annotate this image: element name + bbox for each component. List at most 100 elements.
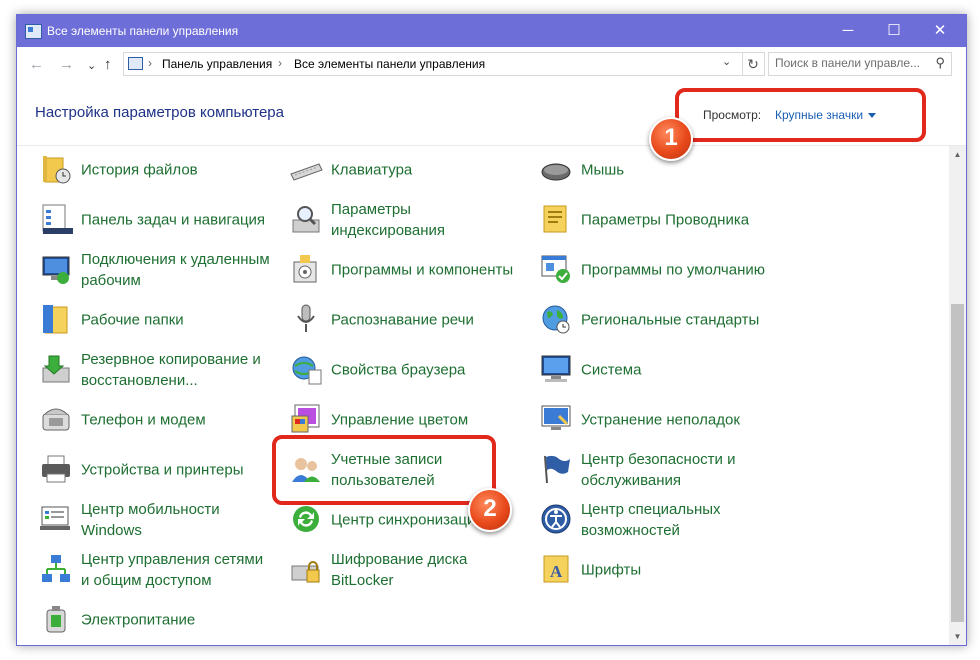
phone-icon [39, 402, 73, 436]
backup-icon [39, 352, 73, 386]
back-button[interactable]: ← [29, 56, 44, 73]
troubleshooting-icon [539, 402, 573, 436]
maximize-button[interactable]: ☐ [871, 15, 917, 47]
taskbar-icon [39, 202, 73, 236]
item-label[interactable]: Центр мобильности Windows [81, 499, 275, 541]
item-label[interactable]: Панель задач и навигация [81, 210, 275, 231]
address-bar[interactable]: › Панель управления › Все элементы панел… [123, 52, 765, 76]
highlight-user-accounts [272, 435, 496, 505]
item-ease-of-access[interactable]: Центр специальных возможностей [535, 498, 775, 542]
bitlocker-icon [289, 552, 323, 586]
nav-dropdown-icon[interactable]: ⌄ [87, 59, 96, 72]
step-badge-2: 2 [468, 488, 512, 532]
item-label[interactable]: Распознавание речи [331, 310, 525, 331]
item-label[interactable]: История файлов [81, 160, 275, 181]
item-label[interactable]: Клавиатура [331, 160, 525, 181]
forward-button[interactable]: → [59, 56, 74, 73]
item-label[interactable]: Параметры Проводника [581, 210, 775, 231]
item-label[interactable]: Шифрование диска BitLocker [331, 549, 525, 591]
item-label[interactable]: Резервное копирование и восстановлени... [81, 349, 275, 391]
item-taskbar-navigation[interactable]: Панель задач и навигация [35, 198, 275, 242]
step-badge-1: 1 [649, 117, 693, 161]
item-troubleshooting[interactable]: Устранение неполадок [535, 398, 775, 442]
item-mobility-center[interactable]: Центр мобильности Windows [35, 498, 275, 542]
item-power-options[interactable]: Электропитание [35, 598, 275, 642]
mouse-icon [539, 152, 573, 186]
remote-connections-icon [39, 252, 73, 286]
item-label[interactable]: Мышь [581, 160, 775, 181]
default-programs-icon [539, 252, 573, 286]
search-box[interactable]: ⚲ [768, 52, 952, 76]
scroll-thumb[interactable] [951, 304, 964, 622]
item-system[interactable]: Система [535, 348, 775, 392]
item-label[interactable]: Устранение неполадок [581, 410, 775, 431]
item-default-programs[interactable]: Программы по умолчанию [535, 248, 775, 292]
item-label[interactable]: Система [581, 360, 775, 381]
vertical-scrollbar[interactable]: ▲ ▼ [949, 146, 966, 645]
window-title: Все элементы панели управления [47, 24, 239, 38]
item-label[interactable]: Свойства браузера [331, 360, 525, 381]
indexing-icon [289, 202, 323, 236]
up-button[interactable]: ↑ [104, 56, 112, 73]
control-panel-icon [25, 24, 42, 39]
item-label[interactable]: Электропитание [81, 610, 275, 631]
item-security-maintenance[interactable]: Центр безопасности и обслуживания [535, 448, 775, 492]
title-bar[interactable]: Все элементы панели управления ─ ☐ ✕ [17, 15, 966, 47]
item-work-folders[interactable]: Рабочие папки [35, 298, 275, 342]
item-label[interactable]: Программы по умолчанию [581, 260, 775, 281]
item-remote-connections[interactable]: Подключения к удаленным рабочим [35, 248, 275, 292]
item-internet-options[interactable]: Свойства браузера [285, 348, 525, 392]
page-title: Настройка параметров компьютера [35, 104, 284, 121]
close-button[interactable]: ✕ [917, 15, 963, 47]
sync-icon [289, 502, 323, 536]
item-label[interactable]: Программы и компоненты [331, 260, 525, 281]
mobility-icon [39, 502, 73, 536]
item-phone-modem[interactable]: Телефон и модем [35, 398, 275, 442]
item-bitlocker[interactable]: Шифрование диска BitLocker [285, 548, 525, 592]
refresh-button[interactable]: ↻ [742, 53, 763, 75]
minimize-button[interactable]: ─ [825, 15, 871, 47]
item-label[interactable]: Центр безопасности и обслуживания [581, 449, 775, 491]
item-label[interactable]: Рабочие папки [81, 310, 275, 331]
item-label[interactable]: Устройства и принтеры [81, 460, 275, 481]
item-label[interactable]: Управление цветом [331, 410, 525, 431]
navigation-bar: ← → ⌄ ↑ › Панель управления › Все элемен… [17, 47, 966, 83]
item-devices-printers[interactable]: Устройства и принтеры [35, 448, 275, 492]
breadcrumb-all-items[interactable]: Все элементы панели управления [294, 57, 485, 71]
item-backup-restore[interactable]: Резервное копирование и восстановлени... [35, 348, 275, 392]
address-dropdown-button[interactable]: ⌄ [722, 55, 731, 68]
item-label[interactable]: Центр управления сетями и общим доступом [81, 549, 275, 591]
scroll-up-button[interactable]: ▲ [949, 146, 966, 163]
item-network-center[interactable]: Центр управления сетями и общим доступом [35, 548, 275, 592]
color-management-icon [289, 402, 323, 436]
accessibility-icon [539, 502, 573, 536]
item-speech-recognition[interactable]: Распознавание речи [285, 298, 525, 342]
work-folders-icon [39, 302, 73, 336]
item-file-history[interactable]: История файлов [35, 148, 275, 192]
network-icon [39, 552, 73, 586]
fonts-icon: A [539, 552, 573, 586]
item-label[interactable]: Региональные стандарты [581, 310, 775, 331]
system-icon [539, 352, 573, 386]
scroll-down-button[interactable]: ▼ [949, 628, 966, 645]
item-label[interactable]: Телефон и модем [81, 410, 275, 431]
breadcrumb-separator[interactable]: › [278, 56, 282, 70]
item-label[interactable]: Центр специальных возможностей [581, 499, 775, 541]
search-input[interactable] [775, 56, 921, 70]
flag-icon [539, 452, 573, 486]
item-label[interactable]: Шрифты [581, 560, 775, 581]
browser-icon [289, 352, 323, 386]
item-label[interactable]: Параметры индексирования [331, 199, 525, 241]
search-icon[interactable]: ⚲ [935, 55, 945, 71]
item-label[interactable]: Подключения к удаленным рабочим [81, 249, 275, 291]
item-keyboard[interactable]: Клавиатура [285, 148, 525, 192]
power-icon [39, 602, 73, 636]
item-fonts[interactable]: A Шрифты [535, 548, 775, 592]
breadcrumb-control-panel[interactable]: Панель управления [162, 57, 272, 71]
file-history-icon [39, 152, 73, 186]
item-explorer-options[interactable]: Параметры Проводника [535, 198, 775, 242]
breadcrumb-separator[interactable]: › [148, 56, 152, 70]
item-indexing-options[interactable]: Параметры индексирования [285, 198, 525, 242]
item-programs-features[interactable]: Программы и компоненты [285, 248, 525, 292]
item-region[interactable]: Региональные стандарты [535, 298, 775, 342]
